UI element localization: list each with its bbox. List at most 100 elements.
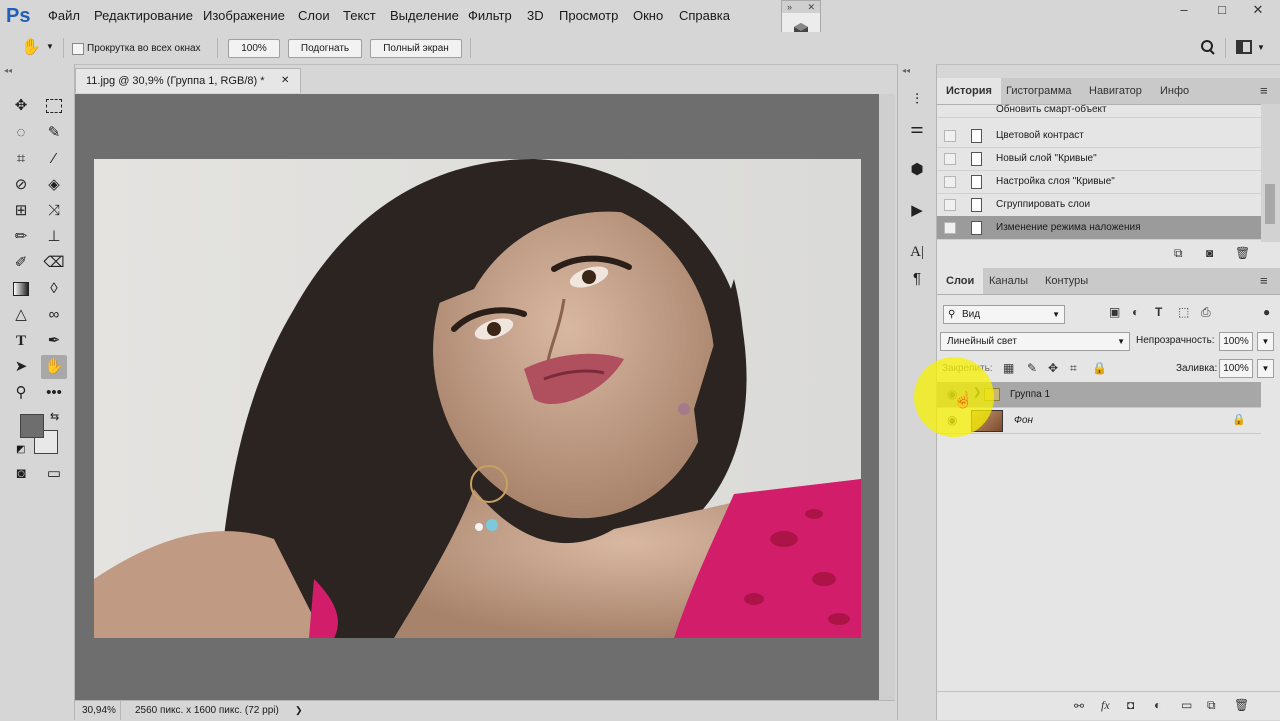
type-tool-icon[interactable]: T [8,329,34,353]
history-item[interactable]: Цветовой контраст [937,124,1261,148]
fx-icon[interactable]: fx [1101,698,1110,713]
tab-histogram[interactable]: Гистограмма [997,78,1081,104]
history-item[interactable]: Новый слой "Кривые" [937,147,1261,171]
workspace-icon[interactable] [1236,40,1252,54]
fill-dropdown[interactable]: ▼ [1257,359,1274,378]
menu-view[interactable]: Просмотр [559,8,618,23]
filter-smart-object-icon[interactable]: ⎙ [1201,305,1211,320]
history-item[interactable]: Сгруппировать слои [937,193,1261,217]
maximize-button[interactable]: □ [1204,0,1240,20]
filter-type-icon[interactable]: T [1155,305,1162,319]
layer-name[interactable]: Группа 1 [1010,389,1050,400]
tab-navigator[interactable]: Навигатор [1080,78,1151,104]
brush-presets-icon[interactable]: ⫶ [904,88,930,112]
scroll-all-checkbox[interactable] [72,43,84,55]
menu-help[interactable]: Справка [679,8,730,23]
quick-mask-icon[interactable]: ◙ [8,462,34,486]
menu-3d[interactable]: 3D [527,8,544,23]
eraser-tool-icon[interactable]: ⌫ [41,251,67,275]
menu-window[interactable]: Окно [633,8,663,23]
menu-file[interactable]: Файл [48,8,80,23]
menu-filter[interactable]: Фильтр [468,8,512,23]
content-aware-icon[interactable]: ⊞ [8,199,34,223]
foreground-color-swatch[interactable] [20,414,44,438]
blend-mode-select[interactable]: Линейный свет ▼ [940,332,1130,351]
opacity-dropdown[interactable]: ▼ [1257,332,1274,351]
pen-tool-icon[interactable]: ✒ [41,329,67,353]
fit-screen-button[interactable]: Подогнать [288,39,362,58]
snapshot-checkbox[interactable] [944,153,956,165]
quick-select-icon[interactable]: ✎ [41,121,67,145]
close-tab-icon[interactable]: ✕ [281,69,289,93]
lock-position-icon[interactable]: ✥ [1048,361,1058,375]
new-layer-icon[interactable]: ⧉ [1207,698,1216,713]
adjustments-icon[interactable]: ⚌ [904,117,930,141]
link-layers-icon[interactable]: ⚯ [1074,699,1084,713]
collapse-icon[interactable]: ◂◂ [4,66,12,75]
snapshot-camera-icon[interactable]: ◙ [1206,246,1213,260]
lock-all-icon[interactable]: 🔒 [1092,361,1107,375]
panel-menu-icon[interactable]: ≡ [1251,78,1277,104]
zoom-tool-icon[interactable]: ⚲ [8,381,34,405]
layer-filter-select[interactable]: ⚲ Вид ▼ [943,305,1065,324]
new-adjustment-icon[interactable]: ◐ [1154,698,1161,712]
snapshot-checkbox[interactable] [944,199,956,211]
snapshot-checkbox[interactable] [944,130,956,142]
history-item-selected[interactable]: Изменение режима наложения [937,216,1261,240]
swap-colors-icon[interactable]: ⇆ [50,410,59,423]
character-icon[interactable]: A| [904,240,930,264]
menu-image[interactable]: Изображение [203,8,285,23]
3d-icon[interactable]: ⬢ [904,158,930,182]
expand-icon[interactable]: » [787,1,792,13]
collapse-icon[interactable]: ◂◂ [902,66,910,75]
healing-brush-icon[interactable]: ⊘ [8,173,34,197]
new-group-icon[interactable]: ▭ [1181,698,1192,712]
brush-tool-icon[interactable]: ✏ [8,225,34,249]
screen-mode-icon[interactable]: ▭ [41,462,67,486]
menu-select[interactable]: Выделение [390,8,459,23]
chevron-right-icon[interactable]: ❯ [295,701,303,720]
lock-pixels-icon[interactable]: ✎ [1027,361,1037,375]
floating-panel-header[interactable]: » ✕ [782,1,820,13]
default-colors-icon[interactable]: ◩ [16,444,25,455]
add-mask-icon[interactable]: ◘ [1127,698,1134,712]
history-scrollbar[interactable] [1261,104,1280,242]
document-tab[interactable]: 11.jpg @ 30,9% (Группа 1, RGB/8) * ✕ [75,68,301,93]
history-item[interactable]: Обновить смарт-объект [937,104,1261,118]
hand-tool-icon[interactable]: ✋ [41,355,67,379]
snapshot-checkbox[interactable] [944,222,956,234]
more-tools-icon[interactable]: ••• [41,381,67,405]
fill-input[interactable]: 100% [1219,359,1253,378]
close-icon[interactable]: ✕ [807,1,815,13]
clone-stamp-icon[interactable]: ⊥ [41,225,67,249]
crop-tool-icon[interactable]: ⌗ [8,147,34,171]
lasso-tool-icon[interactable]: ◌ [8,121,34,145]
dodge-tool-icon[interactable]: △ [8,303,34,327]
opacity-input[interactable]: 100% [1219,332,1253,351]
menu-layers[interactable]: Слои [298,8,330,23]
tab-history[interactable]: История [937,78,1001,104]
lock-transparent-icon[interactable]: ▦ [1003,361,1014,375]
panel-menu-icon[interactable]: ≡ [1251,268,1277,294]
new-document-from-state-icon[interactable]: ⧉ [1174,246,1183,261]
menu-type[interactable]: Текст [343,8,376,23]
path-select-icon[interactable]: ➤ [8,355,34,379]
eyedropper-icon[interactable]: ⁄ [41,147,67,171]
filter-adjustment-icon[interactable]: ◐ [1132,305,1139,319]
trash-icon[interactable]: 🗑 [1235,246,1250,260]
content-move-icon[interactable]: ⤨ [41,199,67,223]
move-tool-icon[interactable]: ✥ [8,94,34,118]
search-icon[interactable] [1198,38,1218,58]
paragraph-icon[interactable]: ¶ [904,267,930,291]
layer-name[interactable]: Фон [1014,415,1033,426]
zoom-level-field[interactable]: 30,94% [75,701,121,720]
chevron-down-icon[interactable]: ▼ [46,42,54,51]
marquee-tool-icon[interactable] [41,94,67,118]
snapshot-checkbox[interactable] [944,176,956,188]
actions-play-icon[interactable]: ▶ [904,199,930,223]
filter-pixel-icon[interactable]: ▣ [1109,305,1120,319]
vertical-scrollbar[interactable] [879,94,895,700]
tab-channels[interactable]: Каналы [980,268,1037,294]
lock-artboard-icon[interactable]: ⌗ [1070,361,1077,376]
zoom-100-button[interactable]: 100% [228,39,280,58]
